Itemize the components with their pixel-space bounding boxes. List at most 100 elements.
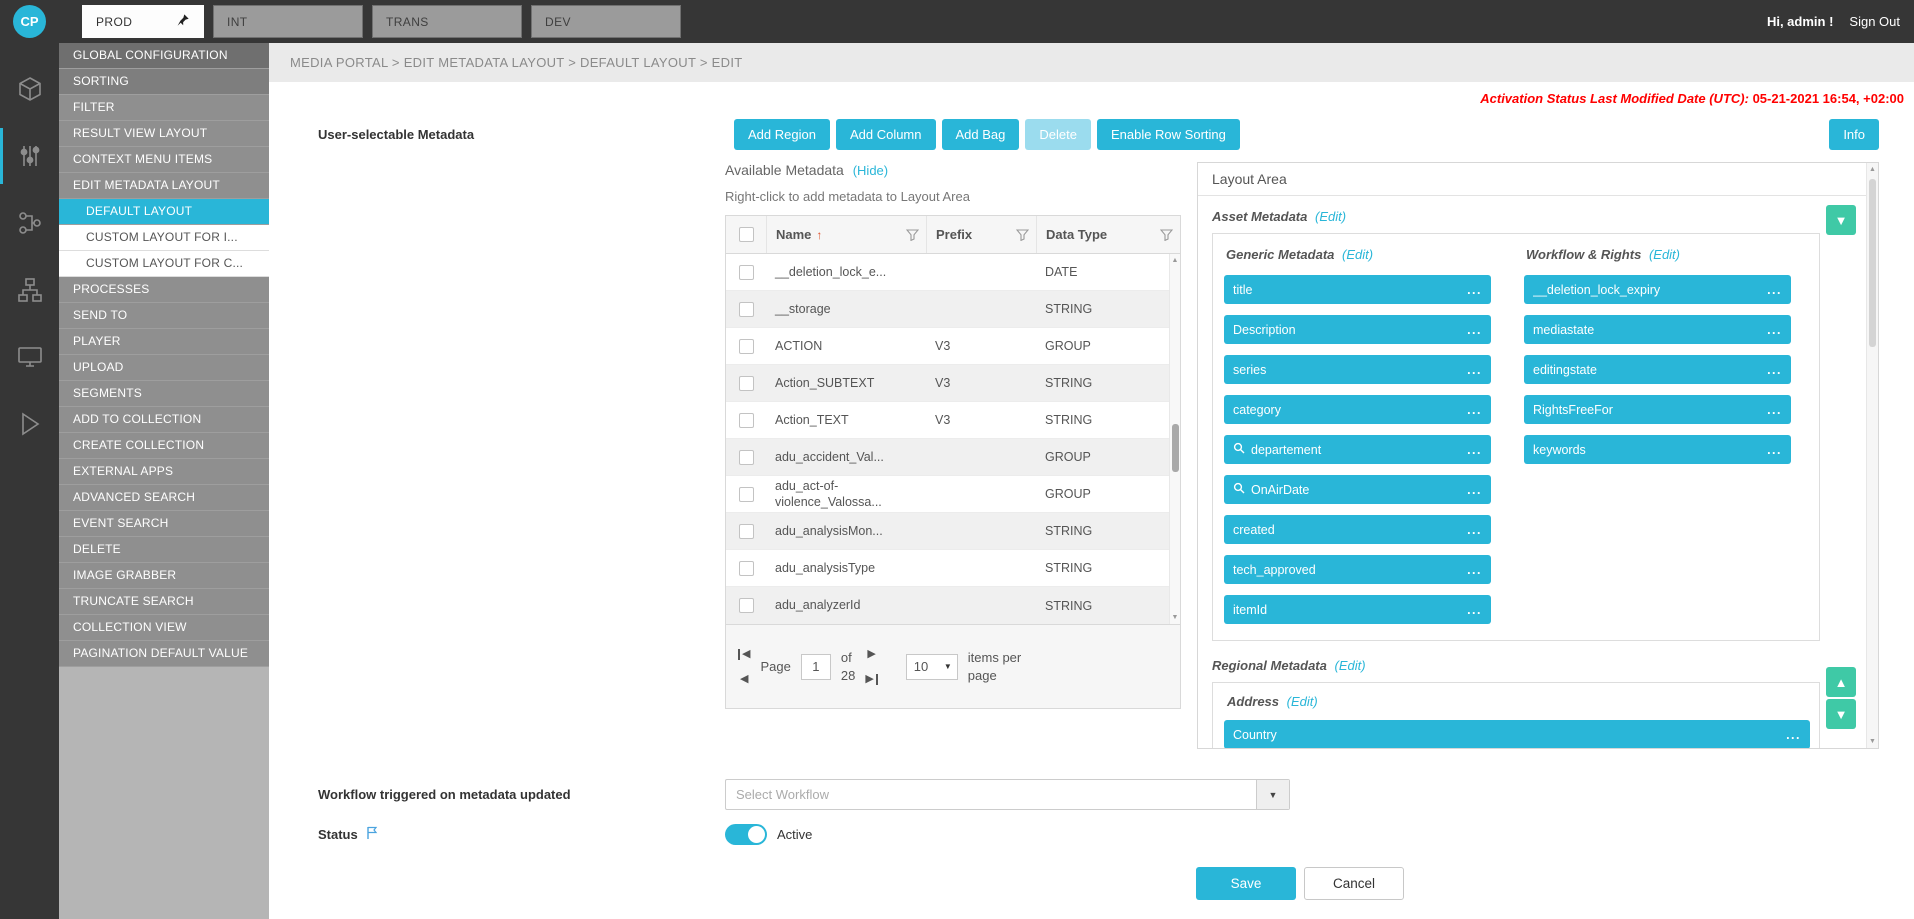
sidebar-item-edit-metadata-layout[interactable]: EDIT METADATA LAYOUT [59, 173, 269, 199]
status-toggle[interactable] [725, 824, 767, 845]
workflow-icon[interactable] [0, 195, 59, 251]
scroll-down-icon[interactable]: ▼ [1867, 738, 1878, 745]
metadata-chip[interactable]: tech_approved... [1224, 555, 1491, 584]
add-region-button[interactable]: Add Region [734, 119, 830, 150]
sidebar-item-add-to-collection[interactable]: ADD TO COLLECTION [59, 407, 269, 433]
sidebar-item-player[interactable]: PLAYER [59, 329, 269, 355]
last-page-icon[interactable]: ▶ [865, 674, 877, 685]
metadata-chip[interactable]: editingstate... [1524, 355, 1791, 384]
metadata-chip[interactable]: Country... [1224, 720, 1810, 749]
row-checkbox[interactable] [739, 339, 754, 354]
table-row[interactable]: adu_act-of-violence_Valossa... GROUP [726, 476, 1169, 513]
modules-icon[interactable] [0, 61, 59, 117]
info-button[interactable]: Info [1829, 119, 1879, 150]
sidebar-item-pagination-default-value[interactable]: PAGINATION DEFAULT VALUE [59, 641, 269, 667]
row-checkbox[interactable] [739, 561, 754, 576]
chip-drag-handle[interactable]: ... [1767, 403, 1782, 417]
save-button[interactable]: Save [1196, 867, 1296, 900]
move-section-down-button[interactable]: ▼ [1826, 699, 1856, 729]
sidebar-item-send-to[interactable]: SEND TO [59, 303, 269, 329]
sidebar-item-global-configuration[interactable]: GLOBAL CONFIGURATION [59, 43, 269, 69]
delete-button[interactable]: Delete [1025, 119, 1091, 150]
player-icon[interactable] [0, 396, 59, 452]
previous-page-icon[interactable]: ◀ [740, 674, 748, 685]
filter-funnel-icon[interactable] [1016, 229, 1029, 241]
row-checkbox[interactable] [739, 598, 754, 613]
sidebar-item-external-apps[interactable]: EXTERNAL APPS [59, 459, 269, 485]
sidebar-item-sorting[interactable]: SORTING [59, 69, 269, 95]
scroll-down-icon[interactable]: ▼ [1170, 614, 1180, 621]
metadata-chip[interactable]: __deletion_lock_expiry... [1524, 275, 1791, 304]
chip-drag-handle[interactable]: ... [1786, 728, 1801, 742]
chip-drag-handle[interactable]: ... [1767, 443, 1782, 457]
row-checkbox[interactable] [739, 302, 754, 317]
sidebar-item-segments[interactable]: SEGMENTS [59, 381, 269, 407]
chip-drag-handle[interactable]: ... [1467, 363, 1482, 377]
metadata-chip[interactable]: created... [1224, 515, 1491, 544]
env-tab-prod[interactable]: PROD [82, 5, 204, 38]
workflow-rights-edit-link[interactable]: (Edit) [1649, 247, 1680, 262]
scrollbar-thumb[interactable] [1172, 424, 1179, 472]
next-page-icon[interactable]: ▶ [867, 649, 875, 660]
table-row[interactable]: adu_analysisMon... STRING [726, 513, 1169, 550]
first-page-icon[interactable]: ◀ [738, 649, 750, 660]
scrollbar-thumb[interactable] [1869, 179, 1876, 347]
column-header-data-type[interactable]: Data Type [1036, 216, 1180, 253]
chevron-down-icon[interactable]: ▼ [1256, 780, 1289, 809]
row-checkbox[interactable] [739, 265, 754, 280]
row-checkbox[interactable] [739, 524, 754, 539]
column-header-prefix[interactable]: Prefix [926, 216, 1036, 253]
column-header-name[interactable]: Name ↑ [766, 216, 926, 253]
regional-metadata-edit-link[interactable]: (Edit) [1334, 658, 1365, 673]
sidebar-item-default-layout[interactable]: DEFAULT LAYOUT [59, 199, 269, 225]
address-edit-link[interactable]: (Edit) [1287, 694, 1318, 709]
sidebar-item-upload[interactable]: UPLOAD [59, 355, 269, 381]
sidebar-item-create-collection[interactable]: CREATE COLLECTION [59, 433, 269, 459]
metadata-chip[interactable]: OnAirDate... [1224, 475, 1491, 504]
chip-drag-handle[interactable]: ... [1467, 563, 1482, 577]
env-tab-trans[interactable]: TRANS [372, 5, 522, 38]
hierarchy-icon[interactable] [0, 262, 59, 318]
table-row[interactable]: __storage STRING [726, 291, 1169, 328]
table-row[interactable]: ACTION V3 GROUP [726, 328, 1169, 365]
chip-drag-handle[interactable]: ... [1767, 323, 1782, 337]
table-row[interactable]: adu_analyzerId STRING [726, 587, 1169, 624]
table-row[interactable]: adu_analysisType STRING [726, 550, 1169, 587]
layout-area-scrollbar[interactable]: ▲ ▼ [1866, 163, 1878, 748]
chip-drag-handle[interactable]: ... [1467, 443, 1482, 457]
sidebar-item-event-search[interactable]: EVENT SEARCH [59, 511, 269, 537]
chip-drag-handle[interactable]: ... [1467, 603, 1482, 617]
metadata-chip[interactable]: RightsFreeFor... [1524, 395, 1791, 424]
chip-drag-handle[interactable]: ... [1467, 523, 1482, 537]
sidebar-item-custom-layout-i[interactable]: CUSTOM LAYOUT FOR I... [59, 225, 269, 251]
sidebar-item-result-view-layout[interactable]: RESULT VIEW LAYOUT [59, 121, 269, 147]
generic-metadata-edit-link[interactable]: (Edit) [1342, 247, 1373, 262]
chip-drag-handle[interactable]: ... [1767, 363, 1782, 377]
sidebar-item-truncate-search[interactable]: TRUNCATE SEARCH [59, 589, 269, 615]
add-bag-button[interactable]: Add Bag [942, 119, 1020, 150]
scroll-up-icon[interactable]: ▲ [1170, 257, 1180, 264]
grid-scrollbar[interactable]: ▲ ▼ [1169, 254, 1180, 624]
page-size-select[interactable]: 10 ▼ [906, 654, 958, 680]
page-number-input[interactable] [801, 654, 831, 680]
move-section-down-button[interactable]: ▼ [1826, 205, 1856, 235]
select-all-checkbox[interactable] [739, 227, 754, 242]
metadata-chip[interactable]: itemId... [1224, 595, 1491, 624]
configuration-icon[interactable] [0, 128, 59, 184]
metadata-chip[interactable]: category... [1224, 395, 1491, 424]
metadata-chip[interactable]: mediastate... [1524, 315, 1791, 344]
table-row[interactable]: adu_accident_Val... GROUP [726, 439, 1169, 476]
filter-funnel-icon[interactable] [1160, 229, 1173, 241]
metadata-chip[interactable]: Description... [1224, 315, 1491, 344]
monitor-icon[interactable] [0, 329, 59, 385]
move-section-up-button[interactable]: ▲ [1826, 667, 1856, 697]
metadata-chip[interactable]: title... [1224, 275, 1491, 304]
sidebar-item-image-grabber[interactable]: IMAGE GRABBER [59, 563, 269, 589]
asset-metadata-edit-link[interactable]: (Edit) [1315, 209, 1346, 224]
env-tab-int[interactable]: INT [213, 5, 363, 38]
sidebar-item-collection-view[interactable]: COLLECTION VIEW [59, 615, 269, 641]
sidebar-item-delete[interactable]: DELETE [59, 537, 269, 563]
enable-row-sorting-button[interactable]: Enable Row Sorting [1097, 119, 1240, 150]
metadata-chip[interactable]: departement... [1224, 435, 1491, 464]
chip-drag-handle[interactable]: ... [1467, 483, 1482, 497]
